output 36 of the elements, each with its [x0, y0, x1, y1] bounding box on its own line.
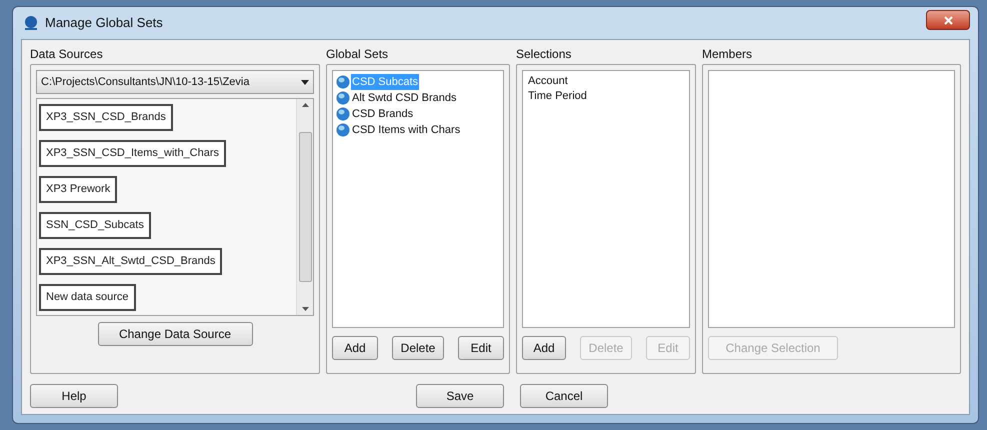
globe-icon — [336, 91, 350, 105]
scroll-down-icon — [302, 307, 308, 311]
action-button[interactable]: Save — [416, 384, 504, 408]
data-source-item[interactable]: XP3_SSN_CSD_Brands — [39, 104, 173, 131]
path-dropdown[interactable]: C:\Projects\Consultants\JN\10-13-15\Zevia — [36, 70, 314, 94]
globe-icon — [336, 107, 350, 121]
close-button[interactable] — [926, 10, 970, 30]
data-source-item[interactable]: New data source — [39, 284, 136, 311]
global-set-item[interactable]: CSD Brands — [351, 106, 414, 122]
app-icon — [23, 15, 39, 31]
panel-heading: Members — [702, 46, 754, 63]
data-source-item[interactable]: XP3 Prework — [39, 176, 118, 203]
selection-item[interactable]: Time Period — [528, 89, 587, 104]
action-button[interactable]: Edit — [458, 336, 504, 360]
data-source-item[interactable]: XP3_SSN_CSD_Items_with_Chars — [39, 140, 226, 167]
globe-icon — [336, 75, 350, 89]
action-button[interactable]: Add — [332, 336, 378, 360]
dropdown-arrow-icon — [301, 80, 309, 84]
data-source-item[interactable]: SSN_CSD_Subcats — [39, 212, 151, 239]
selection-item[interactable]: Account — [528, 74, 568, 89]
close-icon — [944, 16, 952, 24]
global-set-item[interactable]: CSD Items with Chars — [351, 122, 462, 138]
scroll-thumb[interactable] — [298, 132, 312, 282]
globe-icon — [336, 123, 350, 137]
panel-heading: Selections — [516, 46, 572, 63]
global-set-item[interactable]: Alt Swtd CSD Brands — [351, 90, 458, 106]
panel-heading: Global Sets — [326, 46, 390, 63]
action-button[interactable]: Change Data Source — [98, 322, 252, 346]
data-source-item[interactable]: XP3_SSN_Alt_Swtd_CSD_Brands — [39, 248, 222, 275]
panel-heading: Data Sources — [30, 46, 104, 63]
scroll-up-icon — [302, 103, 308, 107]
action-button[interactable]: Add — [522, 336, 566, 360]
window-title: Manage Global Sets — [45, 14, 163, 32]
action-button[interactable]: Cancel — [520, 384, 608, 408]
action-button[interactable]: Help — [30, 384, 118, 408]
action-button[interactable]: Delete — [392, 336, 444, 360]
